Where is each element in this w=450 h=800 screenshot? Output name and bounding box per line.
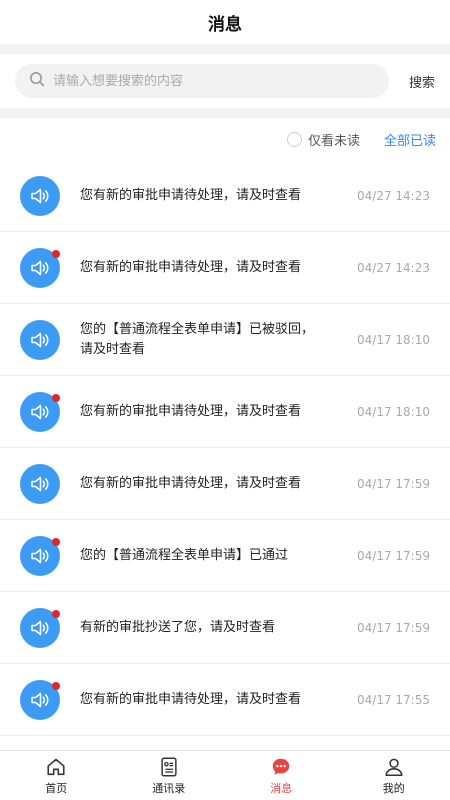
message-list: 您有新的审批申请待处理，请及时查看 04/27 14:23 您有新的审批申请待处理，…: [0, 160, 450, 736]
message-text: 您有新的审批申请待处理，请及时查看: [80, 403, 302, 419]
message-avatar: [20, 319, 60, 360]
divider: [0, 108, 450, 118]
message-text: 您有新的审批申请待处理，请及时查看: [80, 187, 302, 203]
message-item[interactable]: 您的【普通流程全表单申请】已通过 04/17 17:59: [0, 520, 450, 592]
search-bar: 搜索: [0, 54, 450, 108]
message-text: 您有新的审批申请待处理，请及时查看: [80, 691, 302, 707]
search-box[interactable]: [15, 64, 389, 98]
message-time: 04/17 17:59: [357, 476, 430, 491]
search-button[interactable]: 搜索: [401, 72, 435, 91]
message-text: 您有新的审批申请待处理，请及时查看: [80, 259, 302, 275]
message-item[interactable]: 您有新的审批申请待处理，请及时查看 04/27 14:23: [0, 232, 450, 304]
message-time: 04/17 17:55: [357, 692, 430, 707]
message-avatar: [20, 679, 60, 720]
message-item[interactable]: 您的【普通流程全表单申请】已被驳回，请及时查看 04/17 18:10: [0, 304, 450, 376]
page-title: 消息: [208, 14, 242, 35]
speaker-icon: [28, 688, 52, 712]
message-time: 04/17 17:59: [357, 548, 430, 563]
speaker-icon: [28, 256, 52, 280]
page-header: 消息: [0, 0, 450, 44]
search-icon: [29, 71, 45, 91]
message-item[interactable]: 有新的审批抄送了您，请及时查看 04/17 17:59: [0, 592, 450, 664]
unread-only-label: 仅看未读: [307, 133, 360, 149]
user-icon: [383, 756, 405, 778]
message-text: 您的【普通流程全表单申请】已被驳回，请及时查看: [80, 321, 315, 357]
home-icon: [45, 756, 67, 778]
tab-mine[interactable]: 我的: [338, 751, 450, 800]
unread-dot: [52, 681, 60, 690]
divider: [0, 44, 450, 54]
unread-dot: [52, 537, 60, 546]
speaker-icon: [28, 544, 52, 568]
message-item[interactable]: 您有新的审批申请待处理，请及时查看 04/17 17:59: [0, 448, 450, 520]
message-icon: [270, 756, 292, 778]
message-avatar: [20, 535, 60, 576]
message-avatar: [20, 463, 60, 504]
filter-row: 仅看未读 全部已读: [0, 118, 450, 160]
tab-contacts[interactable]: 通讯录: [113, 751, 226, 800]
speaker-icon: [28, 400, 52, 424]
message-avatar: [20, 607, 60, 648]
unread-only-radio[interactable]: [286, 131, 302, 147]
message-item[interactable]: 您有新的审批申请待处理，请及时查看 04/27 14:23: [0, 160, 450, 232]
unread-only-toggle[interactable]: 仅看未读: [286, 130, 360, 149]
message-time: 04/17 18:10: [357, 404, 430, 419]
mark-all-read-button[interactable]: 全部已读: [384, 130, 436, 149]
message-text: 有新的审批抄送了您，请及时查看: [80, 619, 276, 635]
tab-messages[interactable]: 消息: [225, 751, 338, 800]
message-time: 04/17 18:10: [357, 332, 430, 347]
unread-dot: [52, 609, 60, 618]
message-avatar: [20, 391, 60, 432]
tab-bar: 首页 通讯录 消息 我的: [0, 750, 450, 800]
tab-label: 我的: [382, 781, 405, 795]
message-time: 04/17 17:59: [357, 620, 430, 635]
speaker-icon: [28, 472, 52, 496]
unread-dot: [52, 249, 60, 258]
message-text: 您的【普通流程全表单申请】已通过: [80, 547, 289, 563]
tab-label: 消息: [270, 781, 293, 795]
speaker-icon: [28, 184, 52, 208]
unread-dot: [52, 393, 60, 402]
speaker-icon: [28, 616, 52, 640]
tab-label: 首页: [45, 781, 68, 795]
tab-home[interactable]: 首页: [0, 751, 113, 800]
contacts-icon: [158, 756, 180, 778]
message-text: 您有新的审批申请待处理，请及时查看: [80, 475, 302, 491]
message-avatar: [20, 247, 60, 288]
message-avatar: [20, 175, 60, 216]
search-input[interactable]: [53, 73, 389, 89]
message-time: 04/27 14:23: [357, 260, 430, 275]
message-time: 04/27 14:23: [357, 188, 430, 203]
speaker-icon: [28, 328, 52, 352]
message-item[interactable]: 您有新的审批申请待处理，请及时查看 04/17 17:55: [0, 664, 450, 736]
message-item[interactable]: 您有新的审批申请待处理，请及时查看 04/17 18:10: [0, 376, 450, 448]
tab-label: 通讯录: [152, 781, 186, 795]
